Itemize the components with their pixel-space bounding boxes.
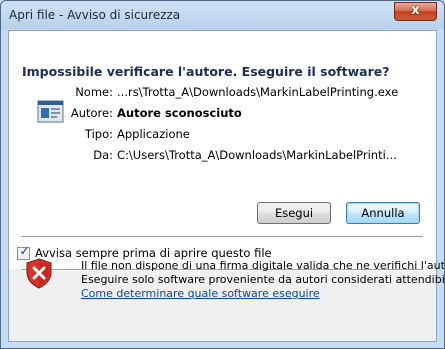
window-title: Apri file - Avviso di sicurezza [9,8,181,22]
field-value-type: Applicazione [117,127,190,141]
separator-top [21,236,423,238]
close-icon: x [411,3,420,18]
run-button[interactable]: Esegui [257,202,331,224]
field-label-author: Autore: [70,106,113,120]
application-icon [37,100,64,123]
field-label-from: Da: [93,148,113,162]
title-bar[interactable]: Apri file - Avviso di sicurezza x [1,1,444,31]
field-value-from: C:\Users\Trotta_A\Downloads\MarkinLabelP… [117,148,397,162]
field-value-author: Autore sconosciuto [117,106,242,120]
shield-warning-icon [26,258,52,289]
help-link[interactable]: Come determinare quale software eseguire [81,287,320,300]
warning-text: Il file non dispone di una firma digital… [81,259,445,301]
close-button[interactable]: x [394,2,437,21]
field-label-name: Nome: [75,85,113,99]
security-warning-window: Apri file - Avviso di sicurezza x Imposs… [0,0,445,349]
warning-line-2: Eseguire solo software proveniente da au… [81,273,445,286]
field-label-type: Tipo: [84,127,113,141]
warning-line-1: Il file non dispone di una firma digital… [81,259,445,272]
field-value-name: ...rs\Trotta_A\Downloads\MarkinLabelPrin… [117,85,399,99]
dialog-heading: Impossibile verificare l'autore. Eseguir… [22,64,390,79]
cancel-button[interactable]: Annulla [346,202,420,224]
always-warn-label[interactable]: Avvisa sempre prima di aprire questo fil… [35,246,272,260]
